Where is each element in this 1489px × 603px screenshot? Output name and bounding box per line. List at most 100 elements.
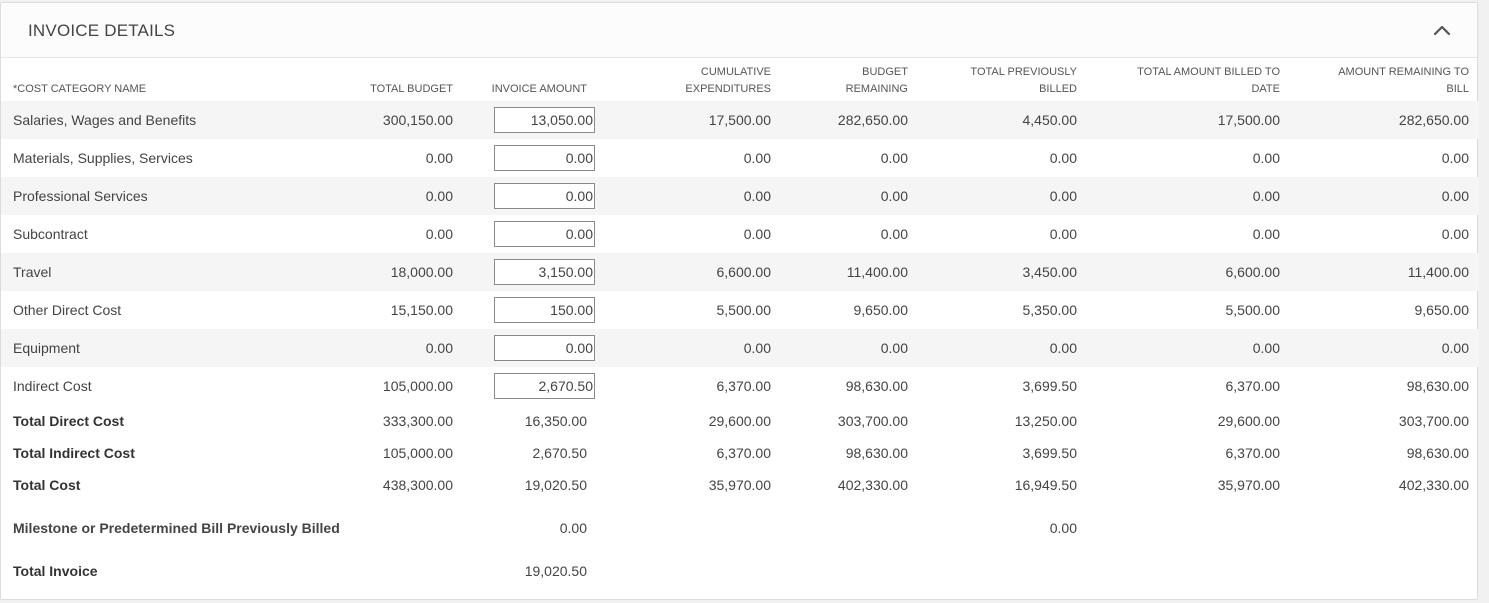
- cell-cumulative: 0.00: [597, 177, 781, 215]
- cell-cumulative: 29,600.00: [708, 413, 771, 429]
- cell-billed-to-date: 6,370.00: [1225, 378, 1281, 394]
- cell-total-budget: 300,150.00: [356, 101, 463, 139]
- row-name: Salaries, Wages and Benefits: [1, 101, 356, 139]
- col-header-cumulative: CUMULATIVE EXPENDITURES: [685, 66, 771, 95]
- cell-prev-billed: 3,699.50: [1022, 378, 1078, 394]
- cell-remaining-to-bill: 402,330.00: [1398, 477, 1469, 493]
- total-invoice-label: Total Invoice: [13, 563, 98, 579]
- cell-prev-billed: 0.00: [918, 329, 1087, 367]
- total-row-name: Total Cost: [13, 477, 81, 493]
- cell-total-budget: 105,000.00: [382, 378, 453, 394]
- total-row-name: Total Direct Cost: [13, 413, 124, 429]
- cell-billed-to-date: 5,500.00: [1225, 302, 1281, 318]
- table-row: Subcontract 0.00 0.00 0.00 0.00 0.00 0.0…: [1, 215, 1479, 253]
- cell-budget-remaining: 0.00: [880, 226, 908, 242]
- invoice-amount-input[interactable]: [494, 145, 595, 171]
- total-row: Total Cost 438,300.00 19,020.50 35,970.0…: [1, 469, 1479, 501]
- invoice-amount-input[interactable]: [494, 335, 595, 361]
- col-header-budget-remaining: BUDGET REMAINING: [845, 66, 908, 95]
- cell-remaining-to-bill: 282,650.00: [1290, 101, 1479, 139]
- cell-billed-to-date: 0.00: [1087, 177, 1290, 215]
- cell-prev-billed: 3,450.00: [918, 253, 1087, 291]
- row-name: Materials, Supplies, Services: [13, 150, 193, 166]
- table-row: Professional Services 0.00 0.00 0.00 0.0…: [1, 177, 1479, 215]
- total-invoice-amount: 19,020.50: [524, 563, 587, 579]
- table-row: Salaries, Wages and Benefits 300,150.00 …: [1, 101, 1479, 139]
- cell-budget-remaining: 282,650.00: [781, 101, 918, 139]
- table-row: Equipment 0.00 0.00 0.00 0.00 0.00 0.00: [1, 329, 1479, 367]
- col-header-invoice-amount: INVOICE AMOUNT: [491, 83, 587, 95]
- row-name: Other Direct Cost: [13, 302, 122, 318]
- cell-budget-remaining: 0.00: [781, 177, 918, 215]
- cell-budget-remaining: 9,650.00: [853, 302, 909, 318]
- milestone-row: Milestone or Predetermined Bill Previous…: [1, 501, 1479, 555]
- cell-cumulative: 6,370.00: [716, 378, 772, 394]
- cell-billed-to-date: 17,500.00: [1087, 101, 1290, 139]
- cell-prev-billed: 0.00: [918, 177, 1087, 215]
- cell-billed-to-date: 0.00: [1252, 150, 1280, 166]
- row-name: Travel: [1, 253, 356, 291]
- cell-remaining-to-bill: 98,630.00: [1406, 378, 1469, 394]
- invoice-amount-input[interactable]: [494, 297, 595, 323]
- cell-remaining-to-bill: 0.00: [1441, 150, 1469, 166]
- cell-billed-to-date: 29,600.00: [1217, 413, 1280, 429]
- cell-remaining-to-bill: 303,700.00: [1398, 413, 1469, 429]
- milestone-label: Milestone or Predetermined Bill Previous…: [13, 520, 340, 536]
- cell-cumulative: 0.00: [597, 329, 781, 367]
- milestone-invoice-amount: 0.00: [559, 520, 587, 536]
- cell-total-budget: 0.00: [425, 150, 453, 166]
- cell-remaining-to-bill: 0.00: [1290, 329, 1479, 367]
- col-header-total-budget: TOTAL BUDGET: [370, 83, 453, 95]
- row-name: Professional Services: [1, 177, 356, 215]
- row-name: Equipment: [1, 329, 356, 367]
- invoice-amount-input[interactable]: [494, 373, 595, 399]
- cell-prev-billed: 0.00: [1049, 150, 1077, 166]
- col-header-remaining-to-bill: AMOUNT REMAINING TO BILL: [1338, 66, 1469, 95]
- cell-cumulative: 6,370.00: [716, 445, 772, 461]
- invoice-details-panel: INVOICE DETAILS *COST CATEGORY NAME TOTA…: [0, 2, 1479, 600]
- table-header-row: *COST CATEGORY NAME TOTAL BUDGET INVOICE…: [1, 60, 1479, 101]
- col-header-prev-billed: TOTAL PREVIOUSLY BILLED: [970, 66, 1077, 95]
- table-row: Indirect Cost 105,000.00 6,370.00 98,630…: [1, 367, 1479, 405]
- cell-remaining-to-bill: 98,630.00: [1406, 445, 1469, 461]
- panel-header: INVOICE DETAILS: [1, 3, 1477, 58]
- invoice-amount-input[interactable]: [494, 259, 595, 285]
- cell-total-budget: 333,300.00: [382, 413, 453, 429]
- total-invoice-row: Total Invoice 19,020.50: [1, 555, 1479, 587]
- invoice-amount-input[interactable]: [494, 221, 595, 247]
- table-row: Materials, Supplies, Services 0.00 0.00 …: [1, 139, 1479, 177]
- cell-cumulative: 5,500.00: [716, 302, 772, 318]
- panel-title: INVOICE DETAILS: [28, 21, 176, 40]
- total-row: Total Direct Cost 333,300.00 16,350.00 2…: [1, 405, 1479, 437]
- cell-prev-billed: 3,699.50: [1022, 445, 1078, 461]
- cell-billed-to-date: 0.00: [1087, 329, 1290, 367]
- milestone-prev-billed: 0.00: [1049, 520, 1077, 536]
- cell-prev-billed: 4,450.00: [918, 101, 1087, 139]
- cell-prev-billed: 16,949.50: [1014, 477, 1077, 493]
- cell-invoice-amount: 2,670.50: [532, 445, 588, 461]
- cell-billed-to-date: 35,970.00: [1217, 477, 1280, 493]
- cell-prev-billed: 5,350.00: [1022, 302, 1078, 318]
- col-header-billed-to-date: TOTAL AMOUNT BILLED TO DATE: [1137, 66, 1280, 95]
- cell-total-budget: 0.00: [425, 226, 453, 242]
- invoice-amount-input[interactable]: [494, 183, 595, 209]
- cell-cumulative: 0.00: [743, 150, 771, 166]
- cell-budget-remaining: 0.00: [781, 329, 918, 367]
- cell-budget-remaining: 98,630.00: [845, 378, 908, 394]
- row-name: Subcontract: [13, 226, 88, 242]
- cell-total-budget: 18,000.00: [356, 253, 463, 291]
- cell-remaining-to-bill: 11,400.00: [1290, 253, 1479, 291]
- cell-billed-to-date: 6,370.00: [1225, 445, 1281, 461]
- cell-cumulative: 0.00: [743, 226, 771, 242]
- cell-prev-billed: 13,250.00: [1014, 413, 1077, 429]
- chevron-up-icon[interactable]: [1431, 19, 1453, 41]
- cell-total-budget: 15,150.00: [390, 302, 453, 318]
- cell-billed-to-date: 0.00: [1252, 226, 1280, 242]
- cell-cumulative: 35,970.00: [708, 477, 771, 493]
- total-row: Total Indirect Cost 105,000.00 2,670.50 …: [1, 437, 1479, 469]
- cell-remaining-to-bill: 0.00: [1290, 177, 1479, 215]
- invoice-amount-input[interactable]: [494, 107, 595, 133]
- cell-budget-remaining: 402,330.00: [837, 477, 908, 493]
- total-row-name: Total Indirect Cost: [13, 445, 135, 461]
- cell-cumulative: 17,500.00: [597, 101, 781, 139]
